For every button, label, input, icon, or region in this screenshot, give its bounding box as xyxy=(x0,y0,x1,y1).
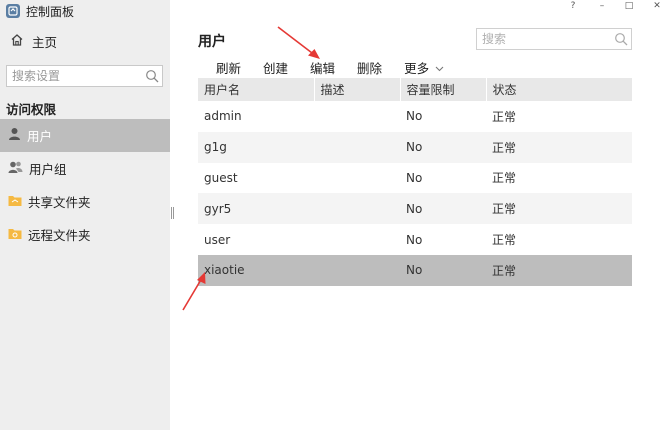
access-rights-section-title: 访问权限 xyxy=(6,102,57,117)
table-row[interactable]: guest No 正常 xyxy=(198,162,632,194)
cell-status: 正常 xyxy=(486,162,632,194)
help-icon[interactable]: ? xyxy=(566,0,580,14)
search-icon[interactable] xyxy=(145,69,159,86)
cell-description xyxy=(314,193,400,225)
panel-splitter-handle[interactable] xyxy=(171,207,174,219)
cell-quota: No xyxy=(400,224,486,255)
annotation-arrow-edit xyxy=(277,26,320,59)
home-nav-item[interactable]: 主页 xyxy=(0,29,170,53)
more-label: 更多 xyxy=(404,60,430,76)
toolbar: 刷新 创建 编辑 删除 更多 xyxy=(198,57,632,77)
remote-folder-icon xyxy=(8,227,22,243)
more-button[interactable]: 更多 xyxy=(404,58,444,77)
users-table: 用户名 描述 容量限制 状态 admin No 正常 g1g No 正常 gue… xyxy=(198,78,632,286)
sidebar-item-label: 远程文件夹 xyxy=(28,228,91,243)
cell-description xyxy=(314,224,400,255)
cell-quota: No xyxy=(400,254,486,286)
cell-username: gyr5 xyxy=(198,193,314,225)
cell-status: 正常 xyxy=(486,254,632,286)
cell-username: guest xyxy=(198,162,314,194)
cell-username: g1g xyxy=(198,131,314,163)
cell-status: 正常 xyxy=(486,193,632,225)
cell-quota: No xyxy=(400,131,486,163)
sidebar-item-label: 用户 xyxy=(27,129,53,144)
sidebar-item-label: 共享文件夹 xyxy=(28,195,91,210)
cell-quota: No xyxy=(400,162,486,194)
column-header-username[interactable]: 用户名 xyxy=(198,78,315,101)
close-icon[interactable]: ✕ xyxy=(650,0,664,14)
column-header-quota[interactable]: 容量限制 xyxy=(400,78,487,101)
cell-username: admin xyxy=(198,101,314,132)
sidebar-item-label: 用户组 xyxy=(29,162,67,177)
app-title: 控制面板 xyxy=(26,4,75,19)
home-icon xyxy=(10,33,24,50)
table-header-row: 用户名 描述 容量限制 状态 xyxy=(198,78,632,101)
cell-description xyxy=(314,131,400,163)
table-row[interactable]: admin No 正常 xyxy=(198,101,632,132)
table-row-selected[interactable]: xiaotie No 正常 xyxy=(198,254,632,286)
delete-button[interactable]: 删除 xyxy=(357,58,382,77)
minimize-icon[interactable]: – xyxy=(595,0,609,14)
column-header-description[interactable]: 描述 xyxy=(314,78,401,101)
shared-folder-icon xyxy=(8,194,22,210)
sidebar: 控制面板 主页 访问权限 用户 用户组 共享文件夹 远程 xyxy=(0,0,170,430)
settings-search-input[interactable] xyxy=(12,69,142,83)
cell-quota: No xyxy=(400,101,486,132)
cell-description xyxy=(314,254,400,286)
control-panel-icon xyxy=(6,4,20,18)
cell-status: 正常 xyxy=(486,224,632,255)
maximize-icon[interactable]: □ xyxy=(622,0,636,14)
chevron-down-icon xyxy=(435,60,444,75)
table-row[interactable]: gyr5 No 正常 xyxy=(198,193,632,225)
search-icon[interactable] xyxy=(614,32,628,49)
table-row[interactable]: g1g No 正常 xyxy=(198,131,632,163)
sidebar-item-shared-folders[interactable]: 共享文件夹 xyxy=(0,185,170,218)
user-search-input[interactable] xyxy=(482,32,610,46)
cell-status: 正常 xyxy=(486,101,632,132)
sidebar-item-remote-folders[interactable]: 远程文件夹 xyxy=(0,218,170,251)
cell-description xyxy=(314,101,400,132)
settings-search[interactable] xyxy=(6,65,163,87)
sidebar-item-user-groups[interactable]: 用户组 xyxy=(0,152,170,185)
annotation-arrow-selected-row xyxy=(182,272,206,311)
sidebar-item-users[interactable]: 用户 xyxy=(0,119,170,152)
cell-username: xiaotie xyxy=(198,254,314,286)
cell-quota: No xyxy=(400,193,486,225)
user-group-icon xyxy=(8,160,23,177)
user-search[interactable] xyxy=(476,28,632,50)
cell-username: user xyxy=(198,224,314,255)
column-header-status[interactable]: 状态 xyxy=(486,78,632,101)
app-title-bar: 控制面板 xyxy=(0,0,170,22)
user-icon xyxy=(8,127,21,144)
cell-description xyxy=(314,162,400,194)
table-row[interactable]: user No 正常 xyxy=(198,224,632,255)
refresh-button[interactable]: 刷新 xyxy=(216,58,241,77)
cell-status: 正常 xyxy=(486,131,632,163)
page-title: 用户 xyxy=(198,34,226,50)
home-label: 主页 xyxy=(32,34,58,50)
